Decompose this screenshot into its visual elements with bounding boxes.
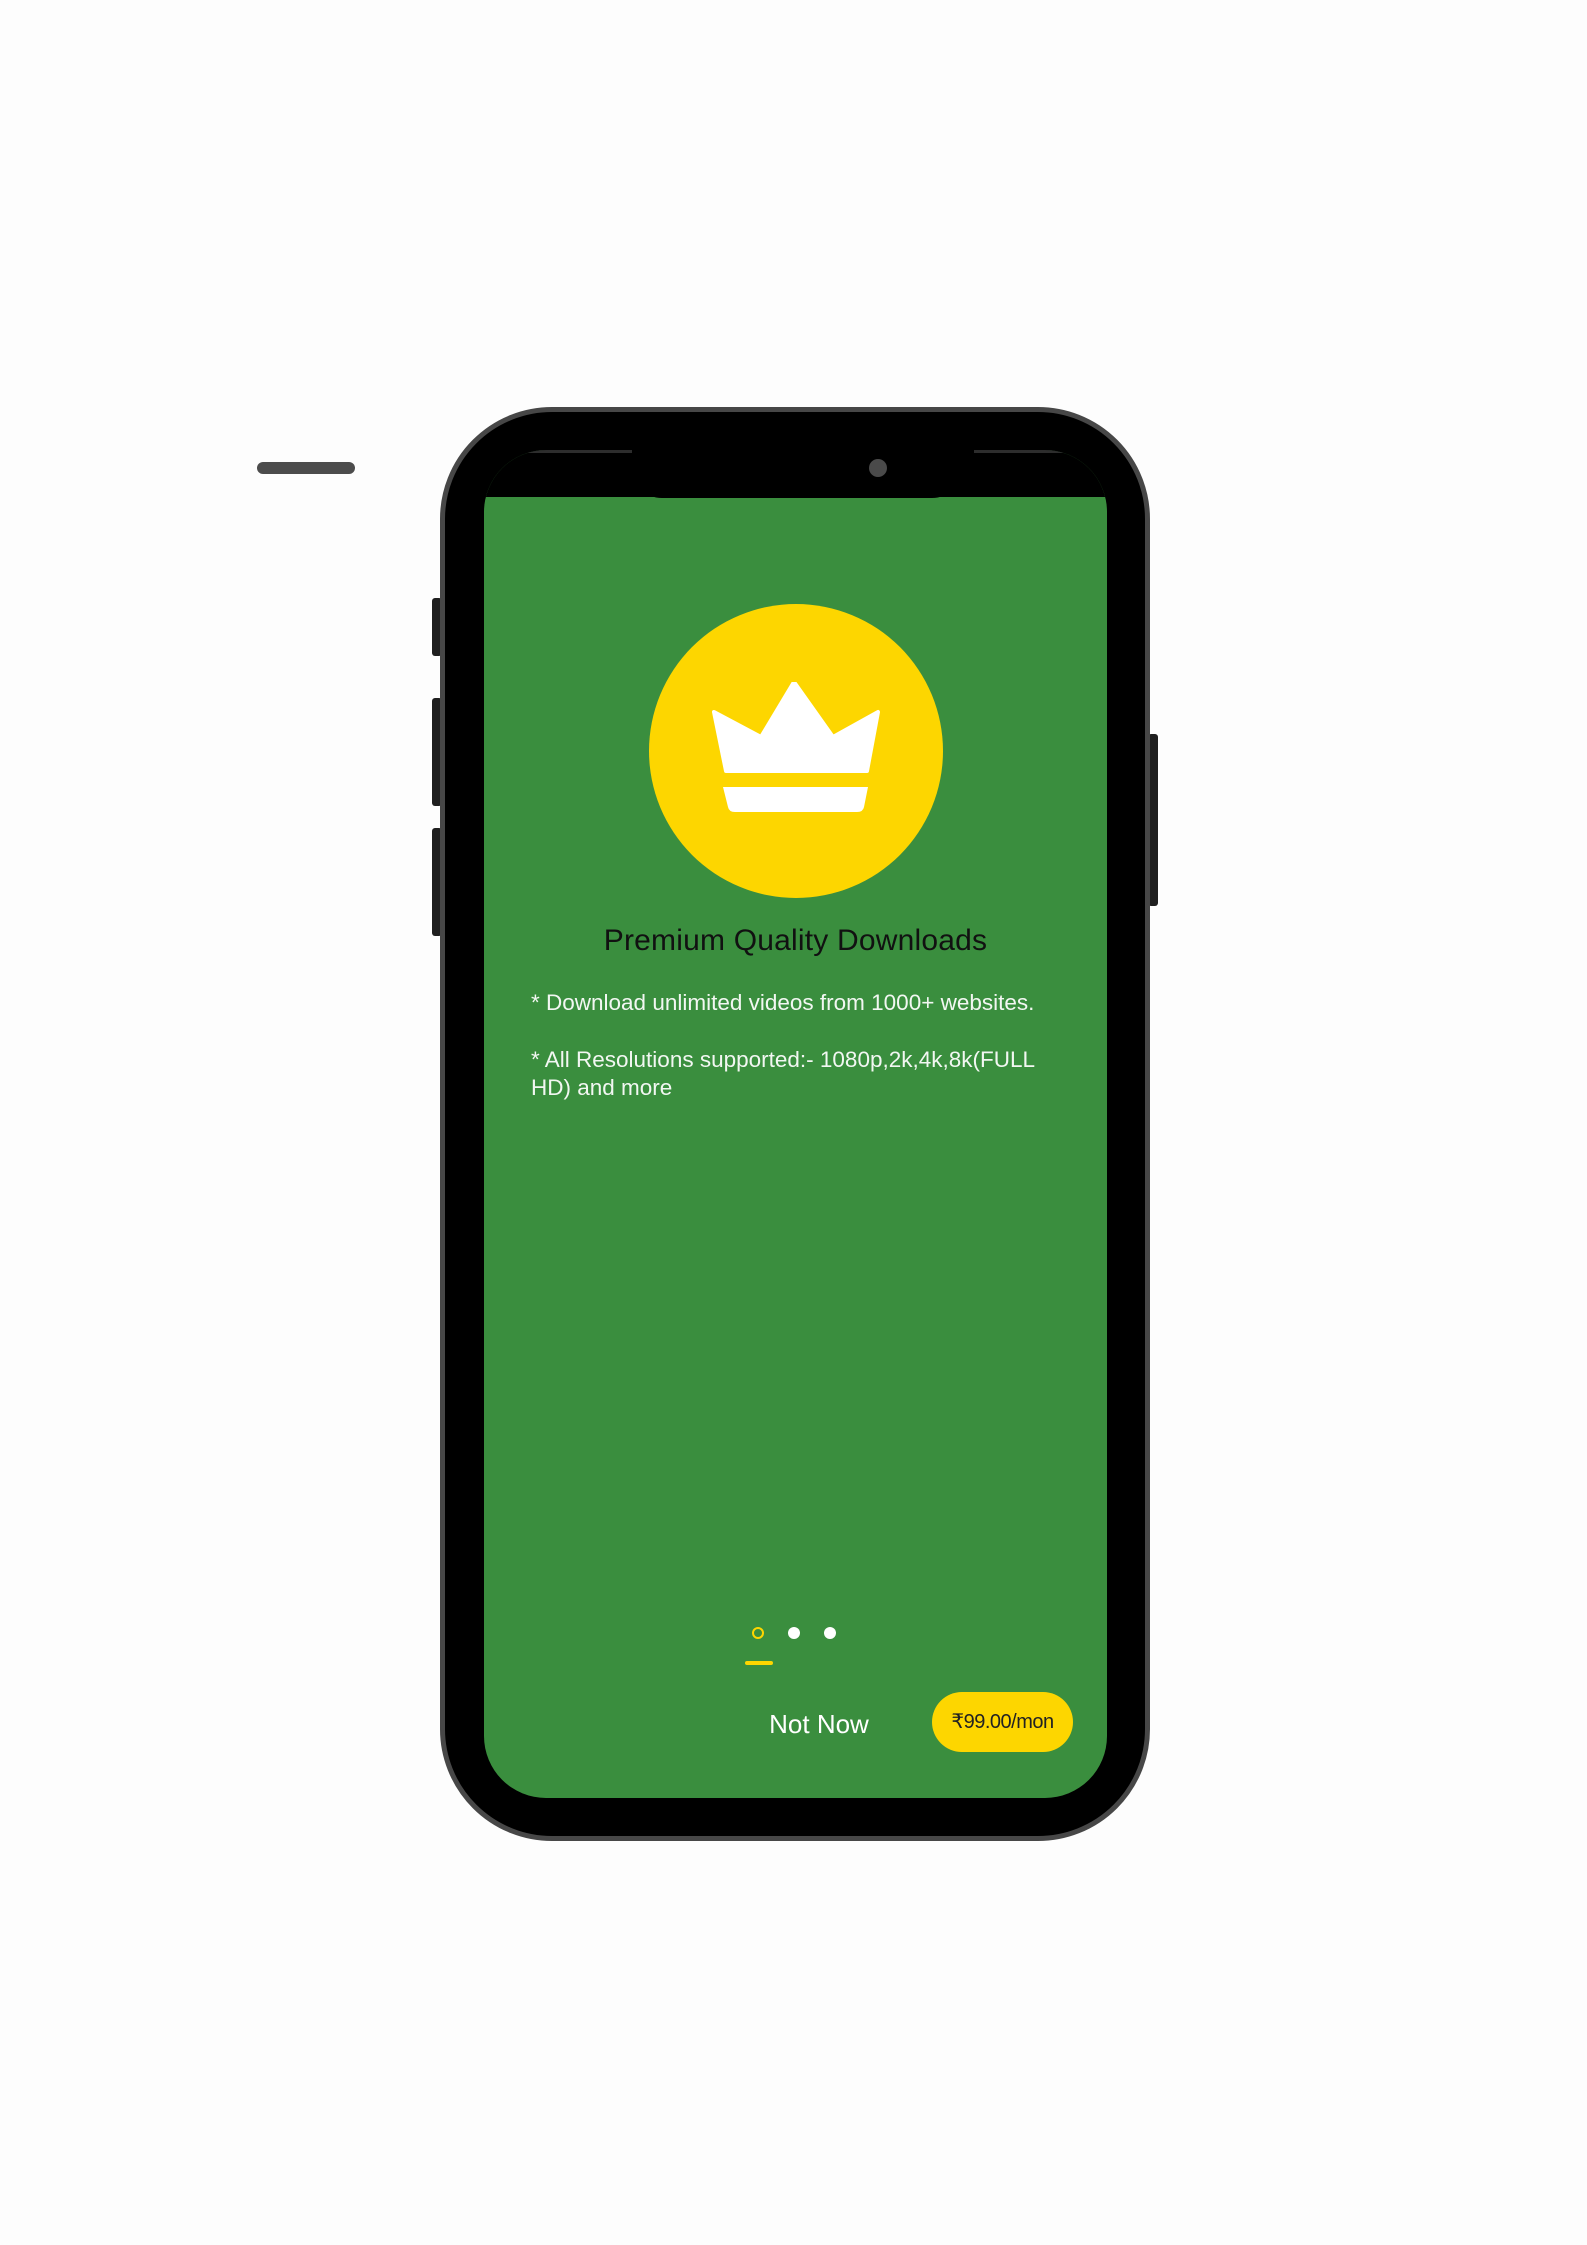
feature-item-unlimited-downloads: * Download unlimited videos from 1000+ w…: [531, 990, 1035, 1015]
page-dot-active[interactable]: [752, 1627, 764, 1639]
crown-icon: [712, 682, 880, 812]
not-now-button[interactable]: Not Now: [754, 1704, 884, 1744]
page-indicator: [484, 1627, 1107, 1667]
active-page-underline: [745, 1661, 773, 1665]
subscribe-button[interactable]: ₹99.00/mon: [932, 1692, 1073, 1752]
page-title: Premium Quality Downloads: [603, 924, 988, 957]
status-bar-divider: [974, 450, 1069, 453]
page-dot[interactable]: [824, 1627, 836, 1639]
earpiece-speaker: [257, 462, 355, 474]
phone-screen: Premium Quality Downloads * Download unl…: [484, 450, 1107, 1798]
feature-item-resolutions: * All Resolutions supported:- 1080p,2k,4…: [531, 1047, 1035, 1100]
front-camera: [869, 459, 887, 477]
notch: [632, 450, 962, 498]
status-bar: [484, 450, 1107, 498]
premium-badge: [649, 604, 943, 898]
page-dot[interactable]: [788, 1627, 800, 1639]
